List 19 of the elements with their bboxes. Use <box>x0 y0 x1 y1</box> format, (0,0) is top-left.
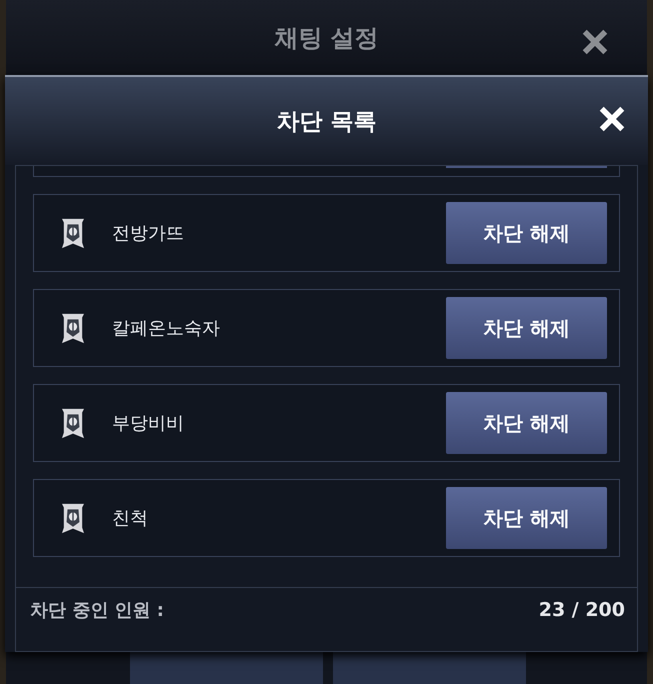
user-name: 전방가뜨 <box>112 222 185 245</box>
shield-emblem-icon <box>60 216 86 250</box>
blocked-count-label: 차단 중인 인원 : <box>30 599 164 622</box>
user-name: 칼페온노숙자 <box>112 317 221 340</box>
unblock-button[interactable]: 차단 해제 <box>446 297 607 359</box>
shield-emblem-icon <box>60 502 86 534</box>
dialog-button[interactable] <box>333 650 526 684</box>
user-name: 부당비비 <box>112 412 185 435</box>
close-icon[interactable] <box>581 28 609 56</box>
user-name: 친척 <box>112 507 149 530</box>
shield-emblem-icon <box>60 406 86 440</box>
blocked-count: 23 / 200 <box>538 599 625 621</box>
unblock-button[interactable]: 차단 해제 <box>446 487 607 549</box>
dialog-title: 차단 목록 <box>276 108 376 136</box>
unblock-button[interactable]: 차단 해제 <box>446 202 607 264</box>
shield-emblem-icon <box>60 312 86 344</box>
dialog-button[interactable] <box>130 650 323 684</box>
dialog-title: 채팅 설정 <box>274 22 379 54</box>
unblock-button[interactable]: 차단 해제 <box>446 392 607 454</box>
